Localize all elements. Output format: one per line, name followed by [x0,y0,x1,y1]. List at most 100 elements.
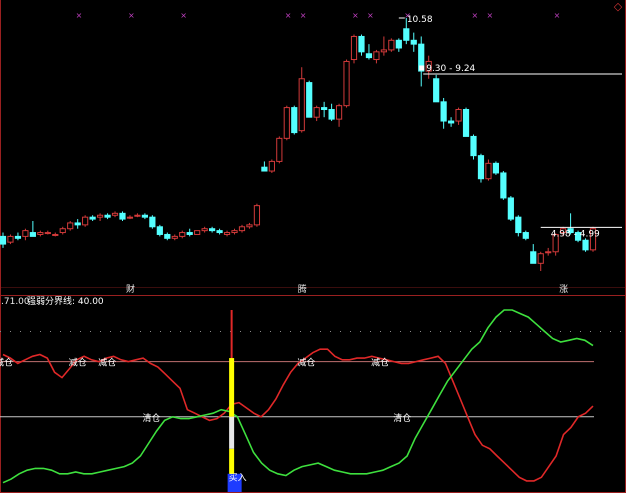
candlestick-layer [0,18,597,271]
stock-chart[interactable]: × × × × × × × × × × × 10.58 9.30 - 9.24 4.98 - 4.9… [0,0,626,493]
top-marker-row: × × × × × × × × × × × [76,11,561,20]
candle-body [67,222,74,230]
buy-signal-label: 买入 [229,472,247,483]
candle-body [298,78,305,132]
candle-body [388,39,395,51]
candle-body [134,214,141,217]
signal-reduce: 减仓 [0,357,13,369]
candle-body [500,172,507,199]
candle-body [59,228,66,234]
candle-body [492,162,500,174]
diamond-icon[interactable]: ◇ [612,1,624,13]
candle-body [119,212,126,220]
candle-body [44,232,51,235]
candle-body [74,222,81,226]
candle-body [164,233,171,239]
buy-signal-lower-bar [229,448,235,474]
top-marker: × [180,11,187,20]
candle-body [515,216,522,234]
candle-body [223,232,231,235]
candle-body [530,251,537,264]
low-range-label: 4.98 - 4.99 [551,229,600,239]
indicator-name-label: 强弱分界线: 40.00 [27,295,104,307]
candle-body [582,239,589,251]
candle-body [537,253,544,264]
top-marker: × [76,11,83,20]
candle-body [22,230,29,237]
candle-body [485,162,492,180]
candle-body [216,230,223,234]
candle-body [410,39,417,45]
candle-body [343,60,350,107]
top-marker: × [300,11,307,20]
candle-body [395,39,402,49]
candle-body [141,214,148,218]
indicator-lines [0,309,626,484]
candle-body [276,137,283,162]
candle-body [306,82,313,118]
candle-body [448,120,455,124]
candle-body [455,109,462,122]
mid-range-marker [419,65,425,71]
event-marker-teng: 腾 [298,283,307,295]
mid-range-label: 9.30 - 9.24 [426,64,475,74]
candle-body [522,232,529,239]
candle-body [440,101,447,122]
candle-body [373,51,380,61]
top-marker: × [472,11,479,20]
candle-body [365,53,373,59]
candle-body [462,109,470,137]
high-price-label: 10.58 [407,15,433,25]
candle-body [261,166,268,172]
candle-body [246,224,253,228]
candle-body [104,214,111,218]
candle-body [29,232,36,237]
signal-reduce: 减仓 [69,357,87,369]
candle-body [335,105,343,120]
candle-body [14,235,22,239]
signal-clear: 清仓 [143,412,161,424]
candle-body [7,235,14,243]
candle-body [545,251,552,254]
top-marker: × [486,11,493,20]
signal-reduce: 减仓 [297,357,315,369]
top-marker: × [128,11,135,20]
candle-body [209,228,216,232]
candle-body [82,216,89,226]
candle-body [231,230,238,234]
candle-body [52,233,59,236]
event-marker-cai: 财 [126,283,135,295]
candle-body [477,155,485,180]
candle-body [37,232,44,235]
indicator-value-label: .71.00 [1,297,30,307]
top-marker: × [352,11,359,20]
signal-reduce: 减仓 [98,357,116,369]
candle-body [111,212,119,216]
event-markers: 财 腾 涨 [126,283,568,295]
candle-body [358,35,365,53]
candle-body [470,135,477,157]
buy-signal: 买入 [227,310,247,492]
candle-body [179,232,186,237]
top-marker: × [554,11,561,20]
candle-body [253,205,261,226]
candle-body [89,216,96,220]
signal-reduce: 减仓 [371,357,389,369]
candle-body [186,232,193,235]
candle-body [403,28,410,41]
buy-signal-neutral [229,416,235,449]
candle-body [238,226,246,232]
candle-body [156,226,163,235]
buy-signal-bar [229,358,235,417]
candle-body [194,230,201,235]
candle-body [433,78,440,103]
candle-body [171,235,178,239]
candle-body [380,49,387,53]
candle-body [507,197,514,220]
indicator-panel: .71.00 强弱分界线: 40.00 [1,295,104,307]
strong-line [2,348,594,482]
candle-body [149,216,156,228]
candle-body [321,107,328,111]
candle-body [126,216,134,219]
candle-body [328,109,335,120]
